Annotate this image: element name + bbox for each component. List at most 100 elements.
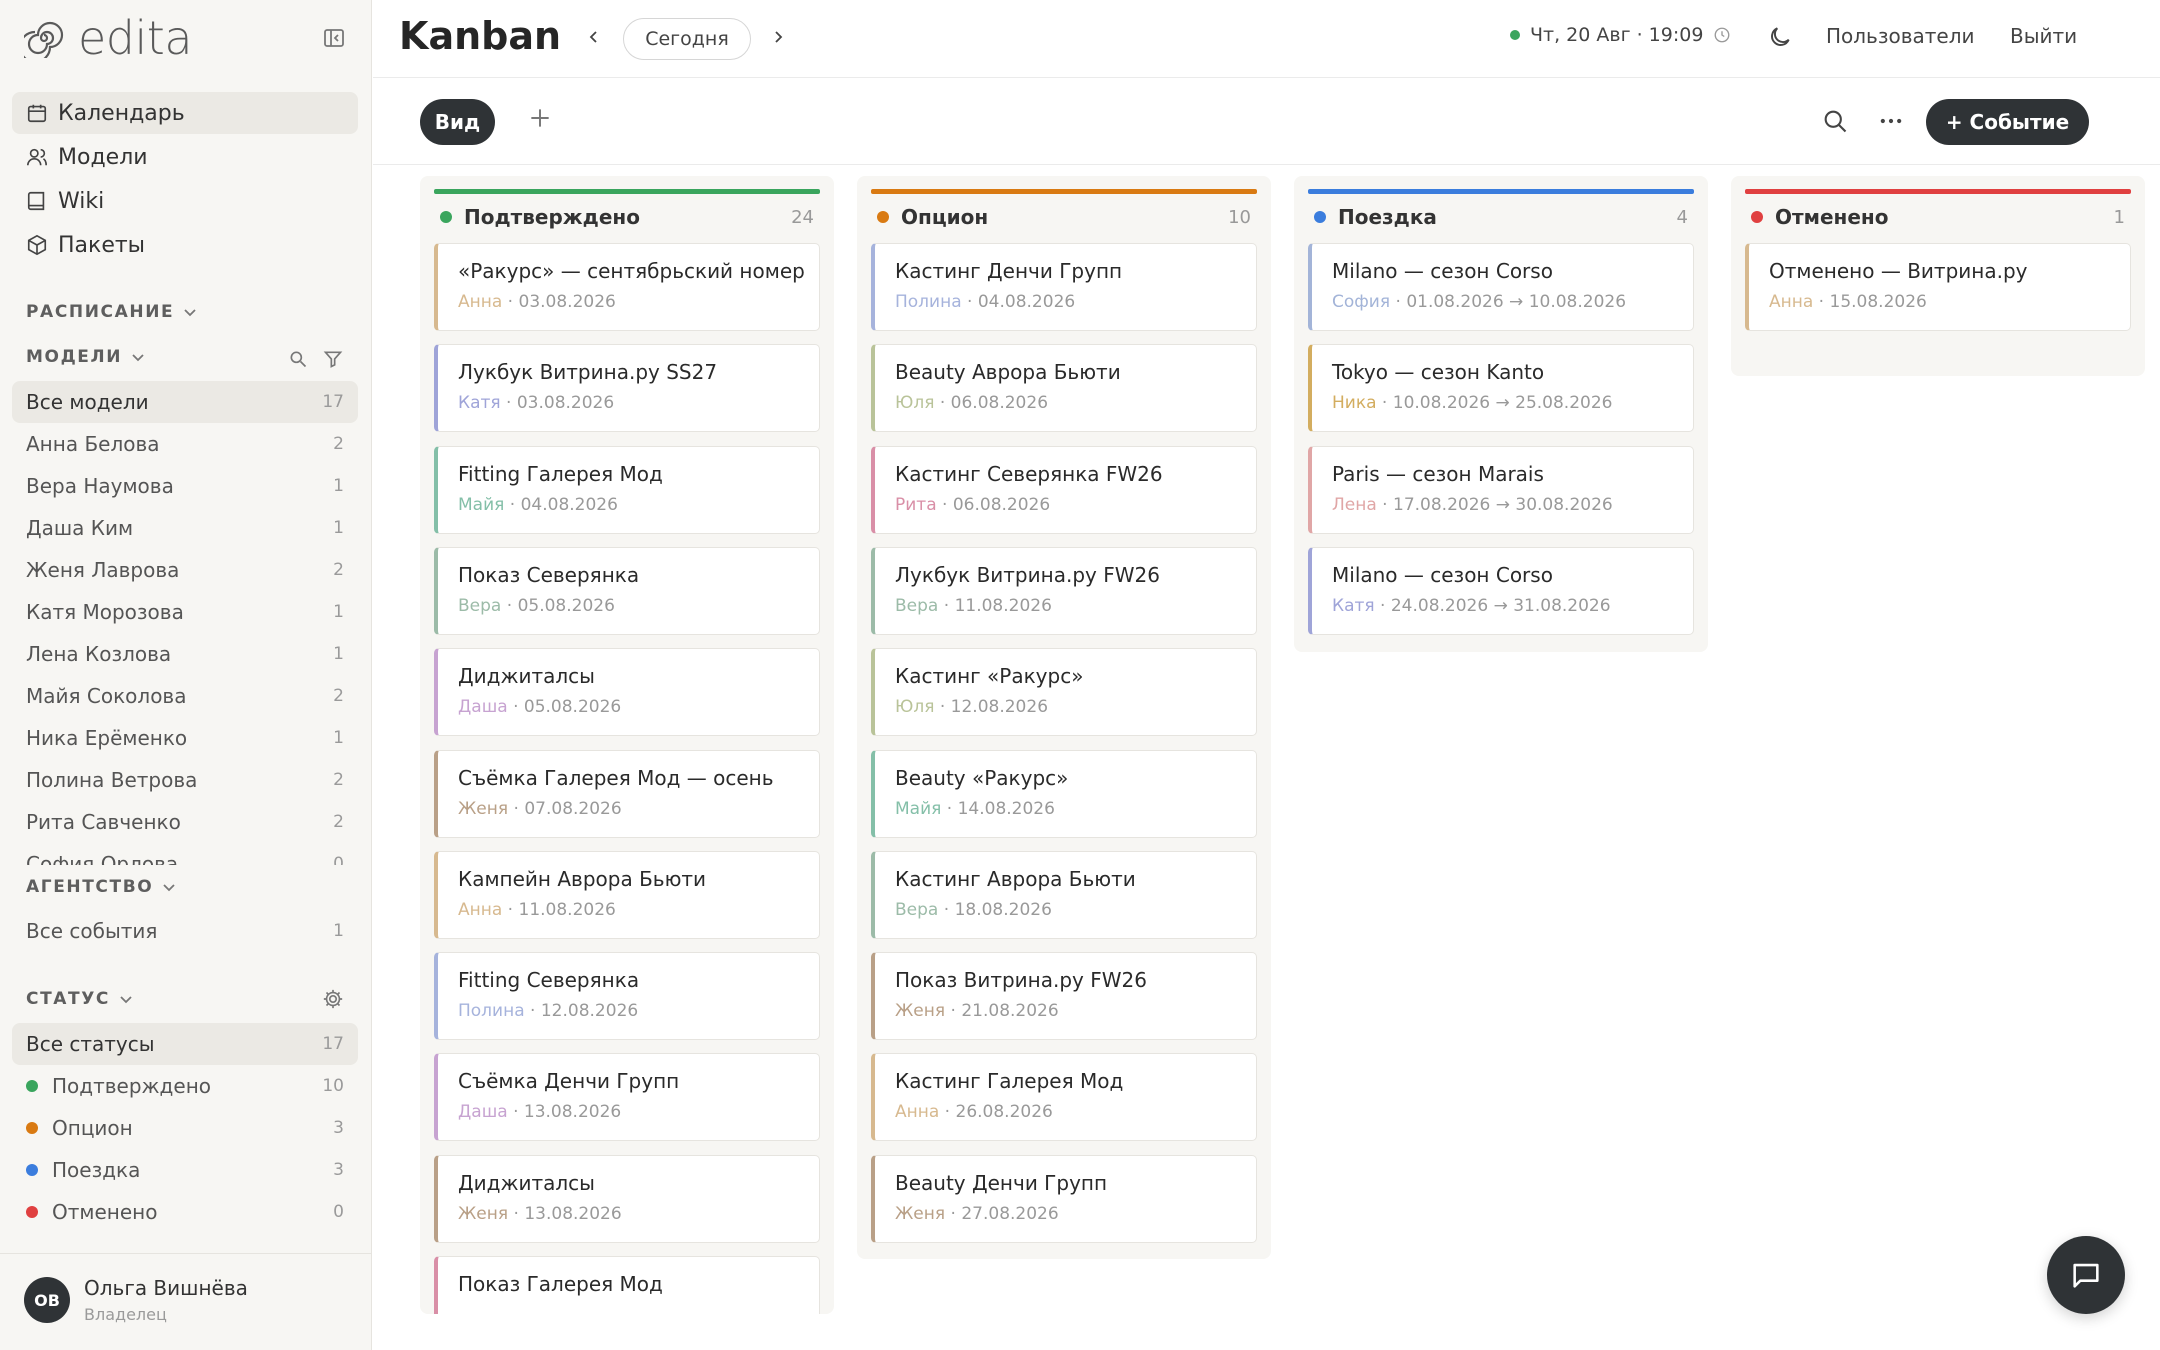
event-card[interactable]: Съёмка Денчи Групп Даша · 13.08.2026 <box>434 1053 820 1141</box>
section-schedule[interactable]: РАСПИСАНИЕ <box>26 302 198 322</box>
event-card[interactable]: Лукбук Витрина.ру SS27 Катя · 03.08.2026 <box>434 344 820 432</box>
event-card[interactable]: «Ракурс» — сентябрьский номер Анна · 03.0… <box>434 243 820 331</box>
user-profile[interactable]: ОВ Ольга Вишнёва Владелец <box>0 1253 372 1350</box>
card-separator: · <box>1813 292 1830 312</box>
event-card[interactable]: Milano — сезон Corso София · 01.08.2026 →… <box>1308 243 1694 331</box>
filter-icon[interactable] <box>323 349 343 369</box>
card-meta: Анна · 15.08.2026 <box>1769 292 1927 312</box>
event-card[interactable]: Fitting Северянка Полина · 12.08.2026 <box>434 952 820 1040</box>
event-card[interactable]: Кастинг Денчи Групп Полина · 04.08.2026 <box>871 243 1257 331</box>
search-icon[interactable] <box>288 349 308 369</box>
main-nav: Календарь Модели Wiki Пакеты <box>12 92 358 268</box>
event-card[interactable]: Milano — сезон Corso Катя · 24.08.2026 → … <box>1308 547 1694 635</box>
chevron-down-icon <box>184 309 196 317</box>
chat-icon <box>2073 1263 2099 1288</box>
event-card[interactable]: Beauty Денчи Групп Женя · 27.08.2026 <box>871 1155 1257 1243</box>
model-item[interactable]: Рита Савченко 2 <box>12 801 358 843</box>
agency-item-all-events[interactable]: Все события 1 <box>12 910 358 952</box>
model-item[interactable]: Ника Ерёменко 1 <box>12 717 358 759</box>
model-item[interactable]: София Орлова 0 <box>12 843 358 865</box>
event-card[interactable]: Съёмка Галерея Мод — осень Женя · 07.08.2… <box>434 750 820 838</box>
search-icon[interactable] <box>1821 107 1849 135</box>
view-tab[interactable]: Вид <box>420 99 495 145</box>
model-item[interactable]: Майя Соколова 2 <box>12 675 358 717</box>
status-item[interactable]: Все статусы 17 <box>12 1023 358 1065</box>
card-title: Fitting Галерея Мод <box>458 462 663 486</box>
logout-link[interactable]: Выйти <box>2010 24 2077 48</box>
moon-icon[interactable] <box>1767 24 1793 50</box>
event-card[interactable]: Отменено — Витрина.ру Анна · 15.08.2026 <box>1745 243 2131 331</box>
today-button[interactable]: Сегодня <box>623 18 751 60</box>
agency-list: Все события 1 <box>12 910 358 952</box>
event-card[interactable]: Кастинг Аврора Бьюти Вера · 18.08.2026 <box>871 851 1257 939</box>
event-card[interactable]: Показ Галерея Мод <box>434 1256 820 1314</box>
event-card[interactable]: Кампейн Аврора Бьюти Анна · 11.08.2026 <box>434 851 820 939</box>
section-status[interactable]: СТАТУС <box>26 989 134 1009</box>
add-view-icon[interactable] <box>527 105 553 131</box>
model-item[interactable]: Полина Ветрова 2 <box>12 759 358 801</box>
users-link[interactable]: Пользователи <box>1826 24 1975 48</box>
nav-item-models[interactable]: Модели <box>12 136 358 178</box>
event-card[interactable]: Диджиталсы Даша · 05.08.2026 <box>434 648 820 736</box>
event-card[interactable]: Диджиталсы Женя · 13.08.2026 <box>434 1155 820 1243</box>
model-item[interactable]: Катя Морозова 1 <box>12 591 358 633</box>
model-item[interactable]: Вера Наумова 1 <box>12 465 358 507</box>
column-count: 10 <box>1228 206 1251 228</box>
model-item[interactable]: Женя Лаврова 2 <box>12 549 358 591</box>
app-logo[interactable]: edita <box>24 11 193 65</box>
nav-item-packages[interactable]: Пакеты <box>12 224 358 266</box>
new-event-button[interactable]: + Событие <box>1926 99 2089 145</box>
event-card[interactable]: Tokyo — сезон Kanto Ника · 10.08.2026 → 2… <box>1308 344 1694 432</box>
section-agency[interactable]: АГЕНТСТВО <box>26 877 177 897</box>
status-item[interactable]: Подтверждено 10 <box>12 1065 358 1107</box>
row-label: Все модели <box>26 390 149 414</box>
event-card[interactable]: Кастинг Северянка FW26 Рита · 06.08.2026 <box>871 446 1257 534</box>
next-button[interactable] <box>763 22 793 52</box>
avatar: ОВ <box>24 1277 70 1323</box>
card-title: Диджиталсы <box>458 1171 595 1195</box>
chat-button[interactable] <box>2047 1236 2125 1314</box>
model-item[interactable]: Все модели 17 <box>12 381 358 423</box>
card-title: Beauty Денчи Групп <box>895 1171 1108 1195</box>
calendar-icon <box>27 104 47 123</box>
card-model: Рита <box>895 495 937 515</box>
column-header: Отменено 1 <box>1745 199 2131 235</box>
card-date: 21.08.2026 <box>961 1001 1059 1021</box>
column-color-bar <box>1308 189 1694 194</box>
card-title: Съёмка Галерея Мод — осень <box>458 766 774 790</box>
card-model: Майя <box>458 495 505 515</box>
card-title: Milano — сезон Corso <box>1332 563 1553 587</box>
column-color-bar <box>1745 189 2131 194</box>
nav-item-wiki[interactable]: Wiki <box>12 180 358 222</box>
more-icon[interactable] <box>1877 107 1905 135</box>
card-title: Отменено — Витрина.ру <box>1769 259 2028 283</box>
sidebar: edita Календарь Модели Wiki Пакеты РАСПИ… <box>0 0 372 1350</box>
collapse-sidebar-icon[interactable] <box>322 26 346 50</box>
nav-item-calendar[interactable]: Календарь <box>12 92 358 134</box>
event-card[interactable]: Показ Северянка Вера · 05.08.2026 <box>434 547 820 635</box>
card-meta: Анна · 11.08.2026 <box>458 900 616 920</box>
row-count: 2 <box>333 770 344 790</box>
card-separator: · <box>934 697 951 717</box>
event-card[interactable]: Beauty «Ракурс» Майя · 14.08.2026 <box>871 750 1257 838</box>
model-item[interactable]: Анна Белова 2 <box>12 423 358 465</box>
prev-button[interactable] <box>579 22 609 52</box>
model-item[interactable]: Лена Козлова 1 <box>12 633 358 675</box>
card-title: Tokyo — сезон Kanto <box>1332 360 1545 384</box>
event-card[interactable]: Fitting Галерея Мод Майя · 04.08.2026 <box>434 446 820 534</box>
event-card[interactable]: Кастинг Галерея Мод Анна · 26.08.2026 <box>871 1053 1257 1141</box>
card-separator: · <box>500 393 517 413</box>
section-models[interactable]: МОДЕЛИ <box>26 347 146 367</box>
event-card[interactable]: Beauty Аврора Бьюти Юля · 06.08.2026 <box>871 344 1257 432</box>
gear-icon[interactable] <box>322 988 344 1010</box>
status-item[interactable]: Поездка 3 <box>12 1149 358 1191</box>
event-card[interactable]: Лукбук Витрина.ру FW26 Вера · 11.08.2026 <box>871 547 1257 635</box>
event-card[interactable]: Paris — сезон Marais Лена · 17.08.2026 → … <box>1308 446 1694 534</box>
status-item[interactable]: Опцион 3 <box>12 1107 358 1149</box>
model-item[interactable]: Даша Ким 1 <box>12 507 358 549</box>
status-item[interactable]: Отменено 0 <box>12 1191 358 1233</box>
card-model: Даша <box>458 697 508 717</box>
event-card[interactable]: Кастинг «Ракурс» Юля · 12.08.2026 <box>871 648 1257 736</box>
event-card[interactable]: Показ Витрина.ру FW26 Женя · 21.08.2026 <box>871 952 1257 1040</box>
card-separator: · <box>1390 292 1407 312</box>
